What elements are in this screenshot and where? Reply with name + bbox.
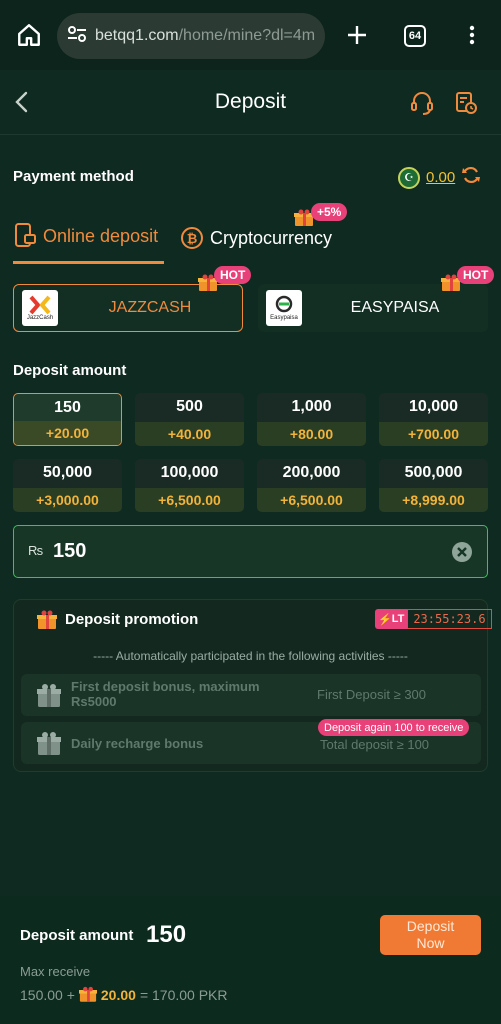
- amount-option[interactable]: 500 +40.00: [135, 393, 244, 446]
- tab-online-deposit[interactable]: Online deposit: [13, 222, 164, 264]
- max-receive-label: Max receive: [20, 964, 91, 979]
- easypaisa-logo-text: Easypaisa: [270, 315, 298, 321]
- deposit-now-button[interactable]: Deposit Now: [380, 915, 481, 955]
- amount-value: 1,000: [291, 398, 332, 415]
- amount-value: 100,000: [160, 464, 219, 481]
- new-tab-icon[interactable]: [342, 20, 372, 50]
- promotion-row[interactable]: First deposit bonus, maximum Rs5000 Firs…: [21, 674, 481, 716]
- tab-cryptocurrency-label: Cryptocurrency: [210, 228, 333, 248]
- deposit-footer: Deposit amount 150 Deposit Now Max recei…: [0, 896, 501, 1024]
- home-icon[interactable]: [14, 20, 44, 50]
- amount-input-value: 150: [53, 540, 87, 562]
- amount-option[interactable]: 100,000 +6,500.00: [135, 459, 244, 512]
- footer-amount-value: 150: [146, 921, 187, 948]
- svg-text:₿: ₿: [187, 231, 198, 246]
- amount-option[interactable]: 200,000 +6,500.00: [257, 459, 366, 512]
- amount-value: 50,000: [43, 464, 92, 481]
- amount-option[interactable]: 1,000 +80.00: [257, 393, 366, 446]
- promotion-row-name: Daily recharge bonus: [71, 736, 204, 751]
- amount-value: 500,000: [404, 464, 463, 481]
- browser-toolbar: betqq1.com/home/mine?dl=4m 64: [0, 0, 501, 70]
- promotion-timer: ⚡ LT 23:55:23.6: [375, 609, 492, 629]
- promotion-row-name: First deposit bonus, maximum Rs5000: [71, 679, 260, 709]
- timer-badge-text: LT: [391, 613, 405, 625]
- amount-bonus: +3,000.00: [13, 488, 122, 512]
- tab-online-deposit-label: Online deposit: [43, 226, 159, 246]
- site-settings-icon[interactable]: [67, 25, 87, 48]
- tab-cryptocurrency[interactable]: ₿ Cryptocurrency: [180, 222, 332, 264]
- amount-value: 10,000: [409, 398, 458, 415]
- jazzcash-logo-icon: JazzCash: [22, 290, 58, 326]
- phone-icon: [13, 222, 37, 253]
- page-header: Deposit: [0, 70, 501, 135]
- url-text: betqq1.com/home/mine?dl=4m: [95, 27, 315, 45]
- promotion-row[interactable]: Daily recharge bonus Deposit again 100 t…: [21, 719, 481, 764]
- deposit-history-icon[interactable]: [453, 90, 479, 121]
- balance-value[interactable]: 0.00: [426, 169, 455, 186]
- easypaisa-logo-icon: Easypaisa: [266, 290, 302, 326]
- amount-bonus: +40.00: [135, 422, 244, 446]
- url-path: /home/mine?dl=4m: [178, 27, 316, 44]
- calc-base: 150.00 +: [20, 986, 75, 1003]
- amount-option[interactable]: 500,000 +8,999.00: [379, 459, 488, 512]
- amount-value: 500: [176, 398, 203, 415]
- channel-easypaisa-label: EASYPAISA: [350, 299, 440, 316]
- gift-icon: [37, 684, 61, 707]
- url-bar[interactable]: betqq1.com/home/mine?dl=4m: [57, 13, 325, 59]
- tab-switcher-button[interactable]: 64: [404, 25, 426, 47]
- timer-value: 23:55:23.6: [407, 609, 492, 629]
- currency-symbol: ₨: [28, 543, 44, 558]
- amount-bonus: +80.00: [257, 422, 366, 446]
- calc-bonus: 20.00: [100, 986, 136, 1003]
- calc-total: = 170.00 PKR: [139, 986, 228, 1003]
- promotion-title: Deposit promotion: [65, 611, 199, 628]
- more-menu-icon[interactable]: [457, 20, 487, 50]
- bitcoin-icon: ₿: [180, 226, 204, 255]
- clear-icon[interactable]: [451, 541, 473, 568]
- amount-value: 150: [54, 399, 81, 416]
- crypto-bonus-badge: +5%: [311, 203, 348, 221]
- amount-value: 200,000: [282, 464, 341, 481]
- amount-option[interactable]: 10,000 +700.00: [379, 393, 488, 446]
- url-host: betqq1.com: [95, 27, 179, 44]
- pakistan-flag-icon: ☪: [398, 166, 420, 189]
- promotion-row-tag: Deposit again 100 to receive: [318, 719, 470, 736]
- amount-bonus: +8,999.00: [379, 488, 488, 512]
- deposit-now-label: Deposit Now: [406, 918, 455, 951]
- jazzcash-logo-text: JazzCash: [26, 315, 54, 321]
- hot-badge: HOT: [457, 266, 495, 284]
- customer-service-icon[interactable]: [409, 90, 435, 121]
- promotion-row-condition: Total deposit ≥ 100: [320, 737, 430, 752]
- amount-option[interactable]: 50,000 +3,000.00: [13, 459, 122, 512]
- channel-jazzcash-label: JAZZCASH: [108, 299, 192, 316]
- hot-badge: HOT: [214, 266, 252, 284]
- promotion-row-condition: First Deposit ≥ 300: [317, 687, 427, 702]
- gift-icon: [78, 986, 97, 1002]
- deposit-amount-title: Deposit amount: [13, 362, 127, 379]
- amount-option[interactable]: 150 +20.00: [13, 393, 122, 446]
- amount-input[interactable]: ₨ 150: [13, 525, 488, 578]
- amount-bonus: +700.00: [379, 422, 488, 446]
- balance-display: ☪ 0.00: [398, 165, 481, 190]
- amount-bonus: +20.00: [14, 421, 121, 445]
- deposit-promotion-panel: Deposit promotion ⚡ LT 23:55:23.6 ----- A…: [13, 599, 492, 772]
- gift-icon: [37, 610, 57, 629]
- refresh-icon[interactable]: [461, 165, 481, 190]
- amount-bonus: +6,500.00: [257, 488, 366, 512]
- footer-amount-label: Deposit amount: [20, 927, 134, 944]
- lightning-badge: ⚡ LT: [375, 609, 408, 629]
- max-receive-calc: 150.00 + 20.00 = 170.00 PKR: [20, 986, 228, 1003]
- gift-icon: [37, 732, 61, 755]
- promotion-subtitle: ----- Automatically participated in the …: [93, 649, 408, 663]
- amount-bonus: +6,500.00: [135, 488, 244, 512]
- payment-method-title: Payment method: [13, 168, 134, 185]
